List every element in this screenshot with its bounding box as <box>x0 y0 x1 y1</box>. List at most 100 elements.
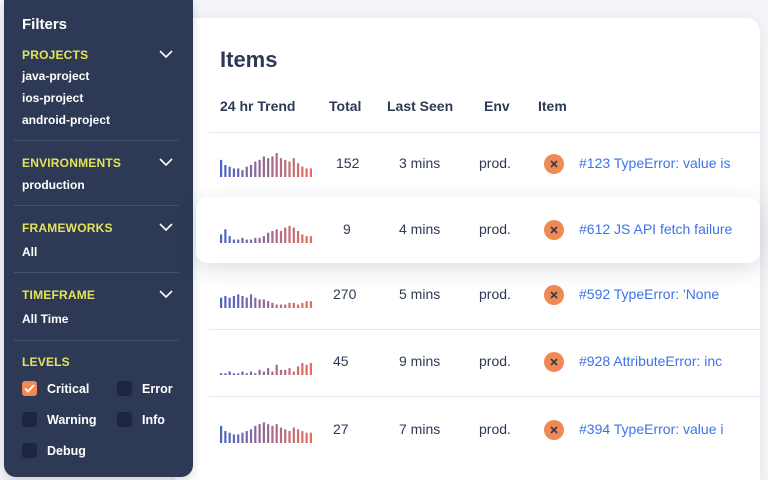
trend-bar <box>284 159 287 177</box>
trend-bar <box>284 227 287 243</box>
level-label: Warning <box>47 412 97 427</box>
total-cell: 45 <box>333 353 349 369</box>
level-error[interactable]: Error <box>117 381 173 396</box>
close-icon[interactable] <box>544 285 564 305</box>
level-warning[interactable]: Warning <box>22 412 97 427</box>
trend-bar <box>275 229 278 243</box>
checkbox[interactable] <box>22 412 37 427</box>
trend-bar <box>271 156 274 177</box>
trend-bar <box>224 165 227 177</box>
frameworks-label: FRAMEWORKS <box>22 221 113 235</box>
trend-bar <box>296 231 300 243</box>
column-header-item: Item <box>538 98 567 114</box>
project-option[interactable]: ios-project <box>22 91 83 105</box>
trend-bar <box>296 163 300 177</box>
trend-bar <box>301 166 304 177</box>
last-seen-cell: 5 mins <box>399 286 441 302</box>
level-label: Critical <box>47 381 90 396</box>
table-row[interactable]: 270 5 mins prod. #592 TypeError: 'None <box>196 262 760 328</box>
trend-bar <box>262 299 265 308</box>
level-critical[interactable]: Critical <box>22 381 89 396</box>
check-icon <box>24 384 35 393</box>
chevron-down-icon[interactable] <box>159 290 173 298</box>
trend-bar <box>241 432 244 443</box>
close-icon[interactable] <box>544 154 564 174</box>
item-link[interactable]: #592 TypeError: 'None <box>579 286 760 302</box>
trend-bar <box>245 239 248 243</box>
close-icon[interactable] <box>544 420 564 440</box>
table-row[interactable]: 152 3 mins prod. #123 TypeError: value is <box>196 131 760 197</box>
trend-bar <box>237 373 240 375</box>
trend-bar <box>258 159 261 177</box>
trend-bar <box>288 225 291 243</box>
trend-bar <box>267 368 270 375</box>
close-icon[interactable] <box>544 220 564 240</box>
trend-bar <box>220 234 223 243</box>
divider <box>14 140 179 141</box>
trend-bar <box>279 427 283 443</box>
trend-bar <box>262 156 265 177</box>
trend-bar <box>305 236 308 243</box>
item-link[interactable]: #123 TypeError: value is <box>579 155 760 171</box>
total-cell: 152 <box>336 155 360 171</box>
trend-bar <box>254 161 257 177</box>
trend-bar <box>224 229 227 243</box>
level-info[interactable]: Info <box>117 412 165 427</box>
item-link[interactable]: #612 JS API fetch failure <box>579 221 760 237</box>
project-option[interactable]: java-project <box>22 69 89 83</box>
trend-bar <box>284 429 287 443</box>
chevron-down-icon[interactable] <box>159 158 173 166</box>
trend-bar <box>292 427 295 443</box>
trend-bar <box>254 237 257 243</box>
last-seen-cell: 4 mins <box>399 221 441 237</box>
checkbox[interactable] <box>117 412 132 427</box>
trend-bar <box>258 237 261 243</box>
framework-value[interactable]: All <box>22 245 37 259</box>
env-cell: prod. <box>479 421 511 437</box>
trend-bar <box>279 369 283 375</box>
checkbox[interactable] <box>117 381 132 396</box>
env-cell: prod. <box>479 221 511 237</box>
trend-bar <box>309 236 312 243</box>
trend-bar <box>224 431 227 443</box>
trend-bar <box>224 296 227 308</box>
trend-bar <box>288 368 291 375</box>
trend-bar <box>309 363 312 375</box>
trend-bar <box>245 166 248 177</box>
trend-sparkline <box>220 422 312 443</box>
item-link[interactable]: #394 TypeError: value i <box>579 421 760 437</box>
close-icon[interactable] <box>544 352 564 372</box>
timeframe-value[interactable]: All Time <box>22 312 68 326</box>
trend-bar <box>275 364 278 375</box>
trend-sparkline <box>220 363 312 375</box>
column-header-trend: 24 hr Trend <box>220 98 296 114</box>
trend-bar <box>296 304 300 308</box>
checkbox[interactable] <box>22 443 37 458</box>
divider <box>14 272 179 273</box>
trend-bar <box>245 431 248 443</box>
level-debug[interactable]: Debug <box>22 443 86 458</box>
filters-title: Filters <box>22 16 68 33</box>
table-row[interactable]: 27 7 mins prod. #394 TypeError: value i <box>196 397 760 463</box>
project-option[interactable]: android-project <box>22 113 110 127</box>
chevron-down-icon[interactable] <box>159 223 173 231</box>
level-label: Error <box>142 381 173 396</box>
trend-bar <box>258 299 261 308</box>
trend-bar <box>292 227 295 243</box>
trend-bar <box>232 168 236 177</box>
item-link[interactable]: #928 AttributeError: inc <box>579 353 760 369</box>
trend-bar <box>305 364 308 375</box>
environment-value[interactable]: production <box>22 178 85 192</box>
trend-bar <box>292 158 295 177</box>
trend-bar <box>275 424 278 443</box>
last-seen-cell: 3 mins <box>399 155 441 171</box>
trend-bar <box>275 304 278 308</box>
table-row[interactable]: 9 4 mins prod. #612 JS API fetch failure <box>196 197 760 263</box>
checkbox-checked[interactable] <box>22 381 37 396</box>
table-row[interactable]: 45 9 mins prod. #928 AttributeError: inc <box>196 329 760 395</box>
trend-bar <box>284 304 287 308</box>
trend-bar <box>249 165 253 177</box>
chevron-down-icon[interactable] <box>159 50 173 58</box>
trend-bar <box>241 371 244 375</box>
trend-bar <box>275 153 278 177</box>
